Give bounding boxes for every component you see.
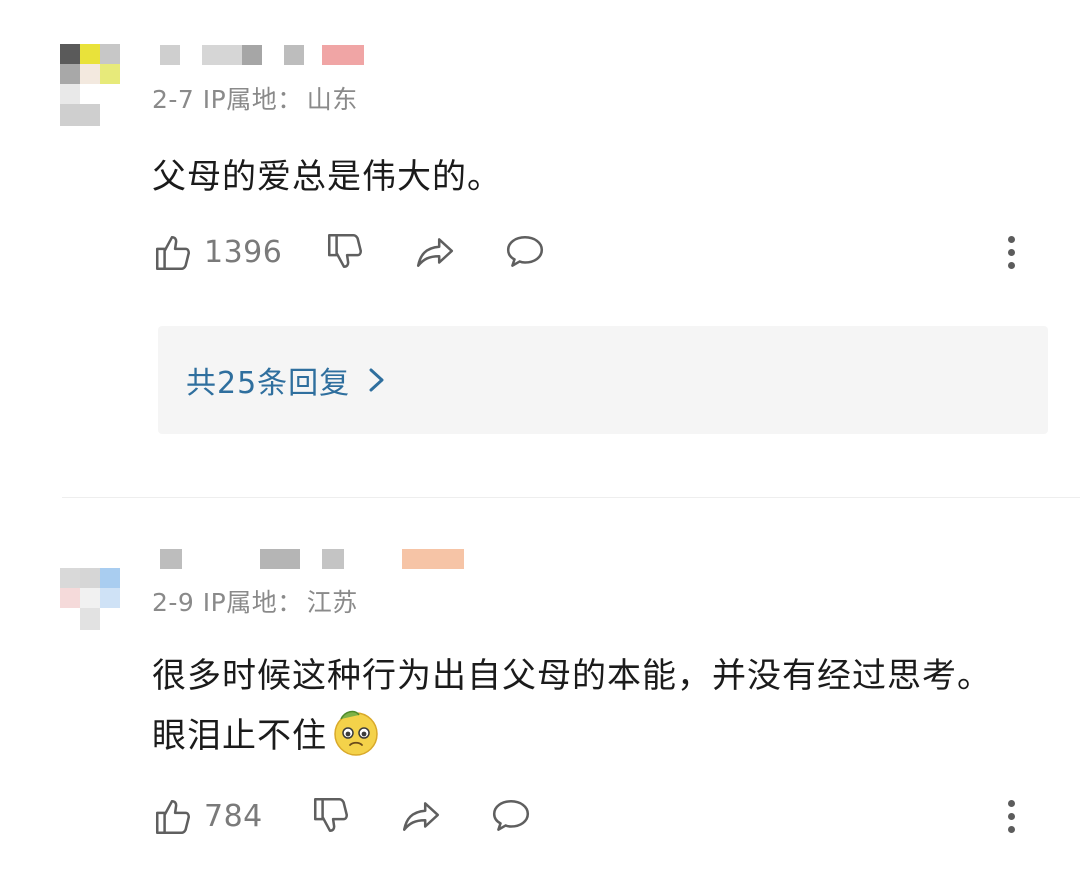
dislike-button[interactable] [310,792,352,840]
ip-label: IP属地： [202,588,303,617]
share-button[interactable] [414,228,456,276]
like-count: 1396 [204,234,283,270]
avatar[interactable] [60,44,122,126]
ip-location: 山东 [306,85,358,114]
like-count: 784 [204,798,263,834]
comment-item: 2-9 IP属地： 江苏 很多时候这种行为出自父母的本能，并没有经过思考。眼泪止不… [0,498,1080,871]
more-vertical-icon [1007,799,1015,807]
thumbs-down-icon [327,233,363,268]
like-button[interactable]: 1396 [152,228,282,276]
ip-label: IP属地： [202,85,303,114]
avatar[interactable] [60,568,122,630]
comment-date: 2-7 [152,85,195,114]
thumbs-up-icon [155,236,191,271]
comment-text: 父母的爱总是伟大的。 [152,147,1022,207]
comment-bubble-icon [492,800,530,831]
comment-bubble-icon [506,236,544,267]
comment-item: 2-7 IP属地： 山东 父母的爱总是伟大的。 1396 共25条回复 [0,0,1080,498]
dislike-button[interactable] [324,228,366,276]
more-vertical-icon [1007,235,1015,243]
comment-meta: 2-9 IP属地： 江苏 [152,583,358,619]
ip-location: 江苏 [306,588,358,617]
comment-text-content: 很多时候这种行为出自父母的本能，并没有经过思考。眼泪止不住 [152,656,992,756]
comment-actions: 1396 [152,228,1022,276]
share-icon [402,802,440,831]
replies-count-label: 共25条回复 [186,366,351,401]
username-redacted[interactable] [160,45,400,69]
username-redacted[interactable] [160,549,470,573]
more-options-button[interactable] [996,792,1026,840]
thumbs-down-icon [313,797,349,832]
more-options-button[interactable] [996,228,1026,276]
like-button[interactable]: 784 [152,792,263,840]
thumbs-up-icon [155,800,191,835]
comment-date: 2-9 [152,588,195,617]
share-icon [416,238,454,267]
pleading-face-emoji [334,710,378,756]
view-replies-button[interactable]: 共25条回复 [158,326,1048,434]
chevron-right-icon [369,368,384,392]
comment-text-content: 父母的爱总是伟大的。 [152,157,502,197]
comment-meta: 2-7 IP属地： 山东 [152,80,358,116]
comment-text: 很多时候这种行为出自父母的本能，并没有经过思考。眼泪止不住 [152,646,1022,766]
share-button[interactable] [400,792,442,840]
comment-button[interactable] [490,792,532,840]
comment-button[interactable] [504,228,546,276]
comment-actions: 784 [152,792,1022,840]
